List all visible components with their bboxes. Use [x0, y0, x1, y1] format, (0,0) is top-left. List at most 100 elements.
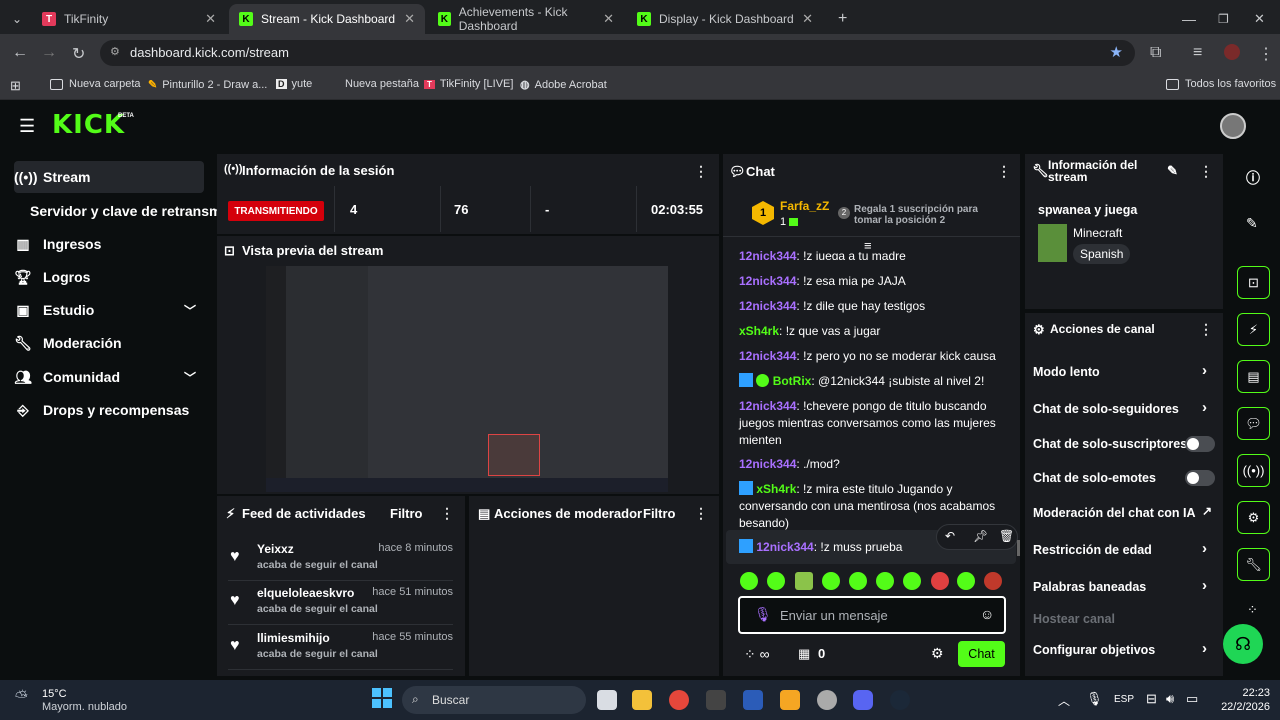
chat-menu-icon[interactable]: ⋮	[997, 163, 1011, 180]
clock-time[interactable]: 22:23	[1220, 687, 1270, 699]
infinity-icon[interactable]: ⁘ ∞	[744, 646, 770, 663]
emoji-icon[interactable]: ☺	[980, 606, 994, 622]
chevron-right-icon[interactable]: ›	[1202, 540, 1207, 557]
tab-achievements[interactable]: K Achievements - Kick Dashboard ✕	[428, 4, 624, 34]
chat-input-box[interactable]: 🎙︎ Enviar un mensaje ☺	[738, 596, 1006, 634]
activity-toggle-button[interactable]: ⚡︎	[1237, 313, 1270, 346]
mod-log-toggle-button[interactable]: ▤	[1237, 360, 1270, 393]
taskbar-search[interactable]: ⌕ Buscar	[402, 686, 586, 714]
network-icon[interactable]: ⊟	[1146, 691, 1157, 707]
action-age-restriction[interactable]: Restricción de edad	[1033, 543, 1152, 557]
chat-username[interactable]: 12nick344	[739, 274, 796, 288]
microphone-icon[interactable]: 🎙︎	[754, 606, 772, 623]
hamburger-menu-icon[interactable]: ☰	[19, 116, 35, 137]
close-icon[interactable]: ✕	[603, 11, 614, 27]
support-headset-button[interactable]: ☊	[1223, 624, 1263, 664]
chat-username[interactable]: 12nick344	[739, 299, 796, 313]
pin-icon[interactable]: 📌︎	[973, 529, 988, 543]
session-toggle-button[interactable]: ((•))	[1237, 454, 1270, 487]
top-gifter-name[interactable]: Farfa_zZ	[780, 199, 829, 213]
actions-toggle-button[interactable]: ⚙	[1237, 501, 1270, 534]
discord-icon[interactable]	[853, 690, 873, 710]
channel-menu-icon[interactable]: ⋮	[1199, 321, 1213, 338]
stream-preview-video[interactable]	[266, 266, 668, 492]
bookmark-new-tab[interactable]: Nueva pestaña	[345, 78, 419, 90]
minimize-button[interactable]: —	[1172, 4, 1206, 34]
bookmark-pinturillo[interactable]: ✎ Pinturillo 2 - Draw a...	[148, 78, 267, 92]
emote-icon[interactable]	[822, 572, 840, 590]
url-field[interactable]: ⚙ dashboard.kick.com/stream ★	[100, 40, 1135, 66]
emote-icon[interactable]	[957, 572, 975, 590]
battery-icon[interactable]: ▭	[1186, 691, 1198, 707]
tab-search-button[interactable]: ⌄	[6, 4, 28, 34]
apps-icon[interactable]: ⊞	[10, 78, 21, 94]
bookmark-tikfinity[interactable]: T TikFinity [LIVE]	[424, 78, 513, 90]
chat-username[interactable]: 12nick344	[739, 399, 796, 413]
emote-icon[interactable]	[876, 572, 894, 590]
mod-menu-icon[interactable]: ⋮	[694, 505, 708, 522]
action-ai-moderation[interactable]: Moderación del chat con IA	[1033, 506, 1196, 520]
more-widgets-icon[interactable]: ⁘	[1247, 602, 1258, 618]
windows-start-icon[interactable]	[372, 688, 392, 708]
back-icon[interactable]: ←	[12, 44, 28, 62]
close-icon[interactable]: ✕	[404, 11, 415, 27]
microphone-icon[interactable]: 🎙︎	[1086, 691, 1103, 707]
all-favorites[interactable]: Todos los favoritos	[1166, 78, 1276, 90]
close-icon[interactable]: ✕	[205, 11, 216, 27]
reload-icon[interactable]: ↻	[72, 44, 85, 64]
sidebar-item-drops[interactable]: ⎆ Drops y recompensas	[14, 394, 204, 426]
tab-display[interactable]: K Display - Kick Dashboard ✕	[627, 4, 823, 34]
chat-toggle-button[interactable]: 💬︎	[1237, 407, 1270, 440]
sidebar-item-moderacion[interactable]: 🔧︎ Moderación	[14, 327, 204, 359]
feed-item-name[interactable]: llimiesmihijo	[257, 631, 330, 645]
feed-filter-button[interactable]: Filtro	[390, 506, 423, 521]
media-icon[interactable]: ≡	[1193, 44, 1202, 62]
bookmark-folder[interactable]: Nueva carpeta	[50, 78, 141, 90]
kick-logo[interactable]: KICK	[52, 110, 125, 140]
action-goals[interactable]: Configurar objetivos	[1033, 643, 1155, 657]
delete-icon[interactable]: 🗑︎	[999, 529, 1014, 543]
profile-icon[interactable]	[1224, 44, 1240, 60]
sidebar-item-stream[interactable]: ((•)) Stream	[14, 161, 204, 193]
chevron-up-icon[interactable]: ︿	[1058, 692, 1070, 709]
emote-icon[interactable]	[903, 572, 921, 590]
feed-item-name[interactable]: Yeixxz	[257, 542, 294, 556]
chat-username[interactable]: xSh4rk	[739, 324, 779, 338]
gift-prompt[interactable]: Regala 1 suscripción para tomar la posic…	[854, 204, 984, 226]
chat-username[interactable]: xSh4rk	[756, 482, 796, 496]
chat-settings-icon[interactable]: ⚙	[931, 645, 944, 662]
emotes-only-toggle[interactable]	[1185, 470, 1215, 486]
tab-tikfinity[interactable]: T TikFinity ✕	[32, 4, 226, 34]
clock-date[interactable]: 22/2/2026	[1204, 701, 1270, 713]
emote-icon[interactable]	[931, 572, 949, 590]
points-icon[interactable]: ▦	[798, 646, 810, 662]
chat-username[interactable]: 12nick344	[756, 540, 813, 554]
chat-input-placeholder[interactable]: Enviar un mensaje	[780, 608, 888, 623]
user-avatar[interactable]	[1220, 113, 1246, 139]
chat-send-button[interactable]: Chat	[958, 641, 1005, 667]
feed-item-name[interactable]: elqueloleaeskvro	[257, 586, 354, 600]
maximize-button[interactable]: ❐	[1208, 4, 1239, 34]
reply-icon[interactable]: ↶	[945, 529, 955, 543]
chat-username[interactable]: 12nick344	[739, 457, 796, 471]
feed-menu-icon[interactable]: ⋮	[440, 505, 454, 522]
session-menu-icon[interactable]: ⋮	[694, 163, 708, 180]
emote-icon[interactable]	[795, 572, 813, 590]
site-info-icon[interactable]: ⚙	[110, 45, 120, 58]
category-name[interactable]: Minecraft	[1073, 226, 1122, 240]
emote-icon[interactable]	[767, 572, 785, 590]
emote-icon[interactable]	[984, 572, 1002, 590]
stream-info-toggle-button[interactable]: 🔧︎	[1237, 548, 1270, 581]
bookmark-acrobat[interactable]: ◍ Adobe Acrobat	[520, 78, 607, 92]
chevron-right-icon[interactable]: ›	[1202, 640, 1207, 657]
weather-desc[interactable]: Mayorm. nublado	[42, 701, 127, 713]
word-icon[interactable]	[743, 690, 763, 710]
chat-username[interactable]: 12nick344	[739, 349, 796, 363]
language-indicator[interactable]: ESP	[1114, 694, 1134, 705]
tab-stream[interactable]: K Stream - Kick Dashboard ✕	[229, 4, 425, 34]
preview-toggle-button[interactable]: ⊡	[1237, 266, 1270, 299]
sidebar-item-estudio[interactable]: ▣ Estudio ﹀	[14, 294, 204, 326]
sidebar-item-ingresos[interactable]: ▥ Ingresos	[14, 228, 204, 260]
emote-icon[interactable]	[740, 572, 758, 590]
action-slow-mode[interactable]: Modo lento	[1033, 365, 1100, 379]
